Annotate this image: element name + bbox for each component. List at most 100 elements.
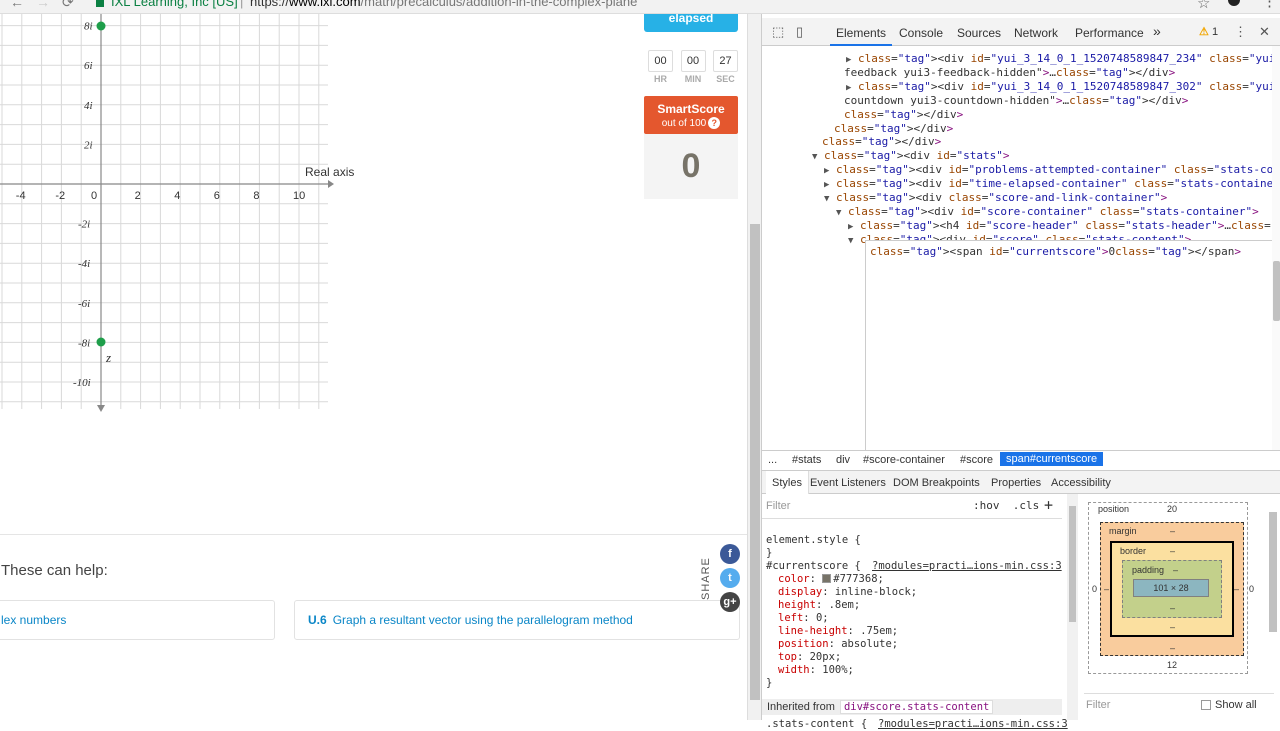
facebook-icon[interactable]: f — [720, 544, 740, 564]
styles-scrollbar[interactable] — [1067, 494, 1078, 720]
box-content-size[interactable]: 101 × 28 — [1133, 579, 1209, 597]
html-edit-box[interactable]: class="tag"><span id="currentscore">0cla… — [865, 240, 1272, 456]
cls-label[interactable]: .cls — [1013, 499, 1040, 512]
breadcrumb-score-container[interactable]: #score-container — [863, 454, 945, 466]
device-toolbar-icon[interactable]: ▯ — [796, 24, 803, 40]
dom-node-line[interactable]: ▶ class="tag"><div id="problems-attempte… — [824, 163, 1272, 178]
expand-toggle-icon[interactable]: ▶ — [824, 166, 829, 176]
smartscore-help-icon[interactable]: ? — [708, 117, 721, 129]
breadcrumb-currentscore[interactable]: span#currentscore — [1000, 452, 1104, 466]
expand-toggle-icon[interactable]: ▶ — [824, 180, 829, 190]
address-bar[interactable]: https://www.ixl.com/math/precalculus/add… — [250, 0, 637, 9]
help-card-complex-numbers[interactable]: lex numbers — [0, 600, 275, 640]
twitter-icon[interactable]: t — [720, 568, 740, 588]
inspect-element-icon[interactable]: ⬚ — [772, 24, 784, 40]
page-scrollbar[interactable] — [747, 14, 761, 720]
dom-node-line[interactable]: class="tag"></div> — [844, 108, 963, 121]
css-rule-selector[interactable]: #currentscore { — [766, 560, 861, 573]
site-identity[interactable]: IXL Learning, Inc [US] — [96, 0, 238, 9]
dom-node-line[interactable]: ▼ class="tag"><div class="score-and-link… — [824, 191, 1167, 206]
show-all-checkbox[interactable] — [1201, 700, 1211, 710]
new-rule-button[interactable]: + — [1044, 496, 1053, 514]
x-tick-label: -2 — [55, 190, 65, 202]
expand-toggle-icon[interactable]: ▼ — [848, 236, 853, 246]
css-rule-text[interactable]: } — [766, 547, 772, 560]
dom-node-line[interactable]: class="tag"></div> — [834, 122, 953, 135]
dom-node-line[interactable]: ▶ class="tag"><div id="yui_3_14_0_1_1520… — [846, 80, 1272, 95]
expand-toggle-icon[interactable]: ▶ — [846, 83, 851, 93]
computed-scrollbar[interactable] — [1266, 494, 1280, 720]
inherited-link[interactable]: div#score.stats-content — [839, 700, 994, 714]
dom-node-line[interactable]: ▼ class="tag"><div id="stats"> — [812, 149, 1010, 164]
expand-toggle-icon[interactable]: ▼ — [812, 152, 817, 162]
dom-tree-scrollbar[interactable] — [1272, 46, 1280, 458]
css-property[interactable]: top: 20px; — [778, 651, 841, 664]
x-tick-label: 10 — [293, 190, 305, 202]
computed-filter-input[interactable]: Filter — [1086, 699, 1110, 711]
html-edit-text[interactable]: class="tag"><span id="currentscore">0cla… — [870, 245, 1241, 258]
styles-pane: Filter :hov .cls + Inherited from div#sc… — [762, 494, 1068, 730]
css-property[interactable]: left: 0; — [778, 612, 829, 625]
css-property[interactable]: position: absolute; — [778, 638, 898, 651]
css-property[interactable]: display: inline-block; — [778, 586, 917, 599]
warning-count[interactable]: ⚠ 1 — [1199, 25, 1218, 38]
scrollbar-thumb[interactable] — [750, 224, 760, 700]
tab-performance[interactable]: Performance — [1075, 26, 1144, 40]
subtab-styles[interactable]: Styles — [766, 471, 809, 494]
hov-toggle[interactable]: :hov .cls — [973, 499, 1039, 512]
graph-point-z[interactable] — [96, 337, 106, 347]
css-rule-text[interactable]: element.style { — [766, 534, 861, 547]
close-devtools-icon[interactable]: ✕ — [1259, 24, 1270, 40]
forward-icon[interactable]: → — [36, 0, 50, 10]
extension-icon[interactable] — [1228, 0, 1240, 6]
breadcrumb-stats[interactable]: #stats — [792, 454, 821, 466]
help-card-resultant-vector[interactable]: U.6 Graph a resultant vector using the pa… — [294, 600, 740, 640]
css-property[interactable]: height: .8em; — [778, 599, 860, 612]
subtab-accessibility[interactable]: Accessibility — [1051, 477, 1111, 489]
dom-node-line[interactable]: ▶ class="tag"><h4 id="score-header" clas… — [848, 219, 1272, 234]
subtab-event-listeners[interactable]: Event Listeners — [810, 477, 886, 489]
scrollbar-thumb[interactable] — [1269, 512, 1277, 632]
breadcrumb-score[interactable]: #score — [960, 454, 993, 466]
scrollbar-thumb[interactable] — [1069, 506, 1076, 622]
devtools-menu-icon[interactable]: ⋮ — [1234, 24, 1247, 40]
dom-node-line[interactable]: ▼ class="tag"><div id="score-container" … — [836, 205, 1259, 220]
dom-node-line[interactable]: ▶ class="tag"><div id="time-elapsed-cont… — [824, 177, 1272, 192]
browser-menu-icon[interactable]: ⋮ — [1262, 0, 1277, 10]
expand-toggle-icon[interactable]: ▶ — [846, 55, 851, 65]
breadcrumb-more[interactable]: ... — [768, 454, 777, 466]
subtab-properties[interactable]: Properties — [991, 477, 1041, 489]
tab-console[interactable]: Console — [899, 26, 943, 40]
expand-toggle-icon[interactable]: ▼ — [824, 194, 829, 204]
tab-elements[interactable]: Elements — [836, 26, 886, 40]
color-swatch[interactable] — [822, 574, 832, 583]
dom-tree[interactable]: ▼ class="tag"><div id="score" class="sta… — [762, 46, 1272, 458]
expand-toggle-icon[interactable]: ▼ — [836, 208, 841, 218]
expand-toggle-icon[interactable]: ▶ — [848, 222, 853, 232]
css-source-link[interactable]: ?modules=practi…ions-min.css:3 — [872, 560, 1062, 573]
x-tick-label: 6 — [214, 190, 220, 202]
css-property[interactable]: width: 100%; — [778, 664, 854, 677]
dom-node-line[interactable]: countdown yui3-countdown-hidden">…class=… — [844, 94, 1188, 107]
google-plus-icon[interactable]: g+ — [720, 592, 740, 612]
complex-plane-graph[interactable]: -4 -2 0 2 4 6 8 10 8i 6i 4i 2i -2i -4i -6i -8i -10i Rea… — [0, 14, 360, 414]
breadcrumb-div[interactable]: div — [836, 454, 850, 466]
graph-point-top[interactable] — [96, 21, 106, 31]
more-tabs-icon[interactable]: » — [1153, 23, 1161, 39]
dom-node-line[interactable]: feedback yui3-feedback-hidden">…class="t… — [844, 66, 1175, 79]
dom-node-line[interactable]: class="tag"></div> — [822, 135, 941, 148]
css-property[interactable]: color: #777368; — [778, 573, 884, 586]
css-property[interactable]: line-height: .75em; — [778, 625, 898, 638]
reload-icon[interactable]: ⟳ — [62, 0, 74, 11]
bookmark-star-icon[interactable]: ☆ — [1197, 0, 1210, 12]
tab-sources[interactable]: Sources — [957, 26, 1001, 40]
y-tick-label: -2i — [78, 219, 90, 231]
styles-filter-input[interactable]: Filter — [766, 500, 790, 512]
tab-network[interactable]: Network — [1014, 26, 1058, 40]
margin-right: – — [1234, 584, 1240, 594]
css-rule-text[interactable]: } — [766, 677, 772, 690]
subtab-dom-breakpoints[interactable]: DOM Breakpoints — [893, 477, 980, 489]
dom-node-line[interactable]: ▶ class="tag"><div id="yui_3_14_0_1_1520… — [846, 52, 1272, 67]
back-icon[interactable]: ← — [10, 0, 24, 10]
scrollbar-thumb[interactable] — [1273, 261, 1280, 321]
